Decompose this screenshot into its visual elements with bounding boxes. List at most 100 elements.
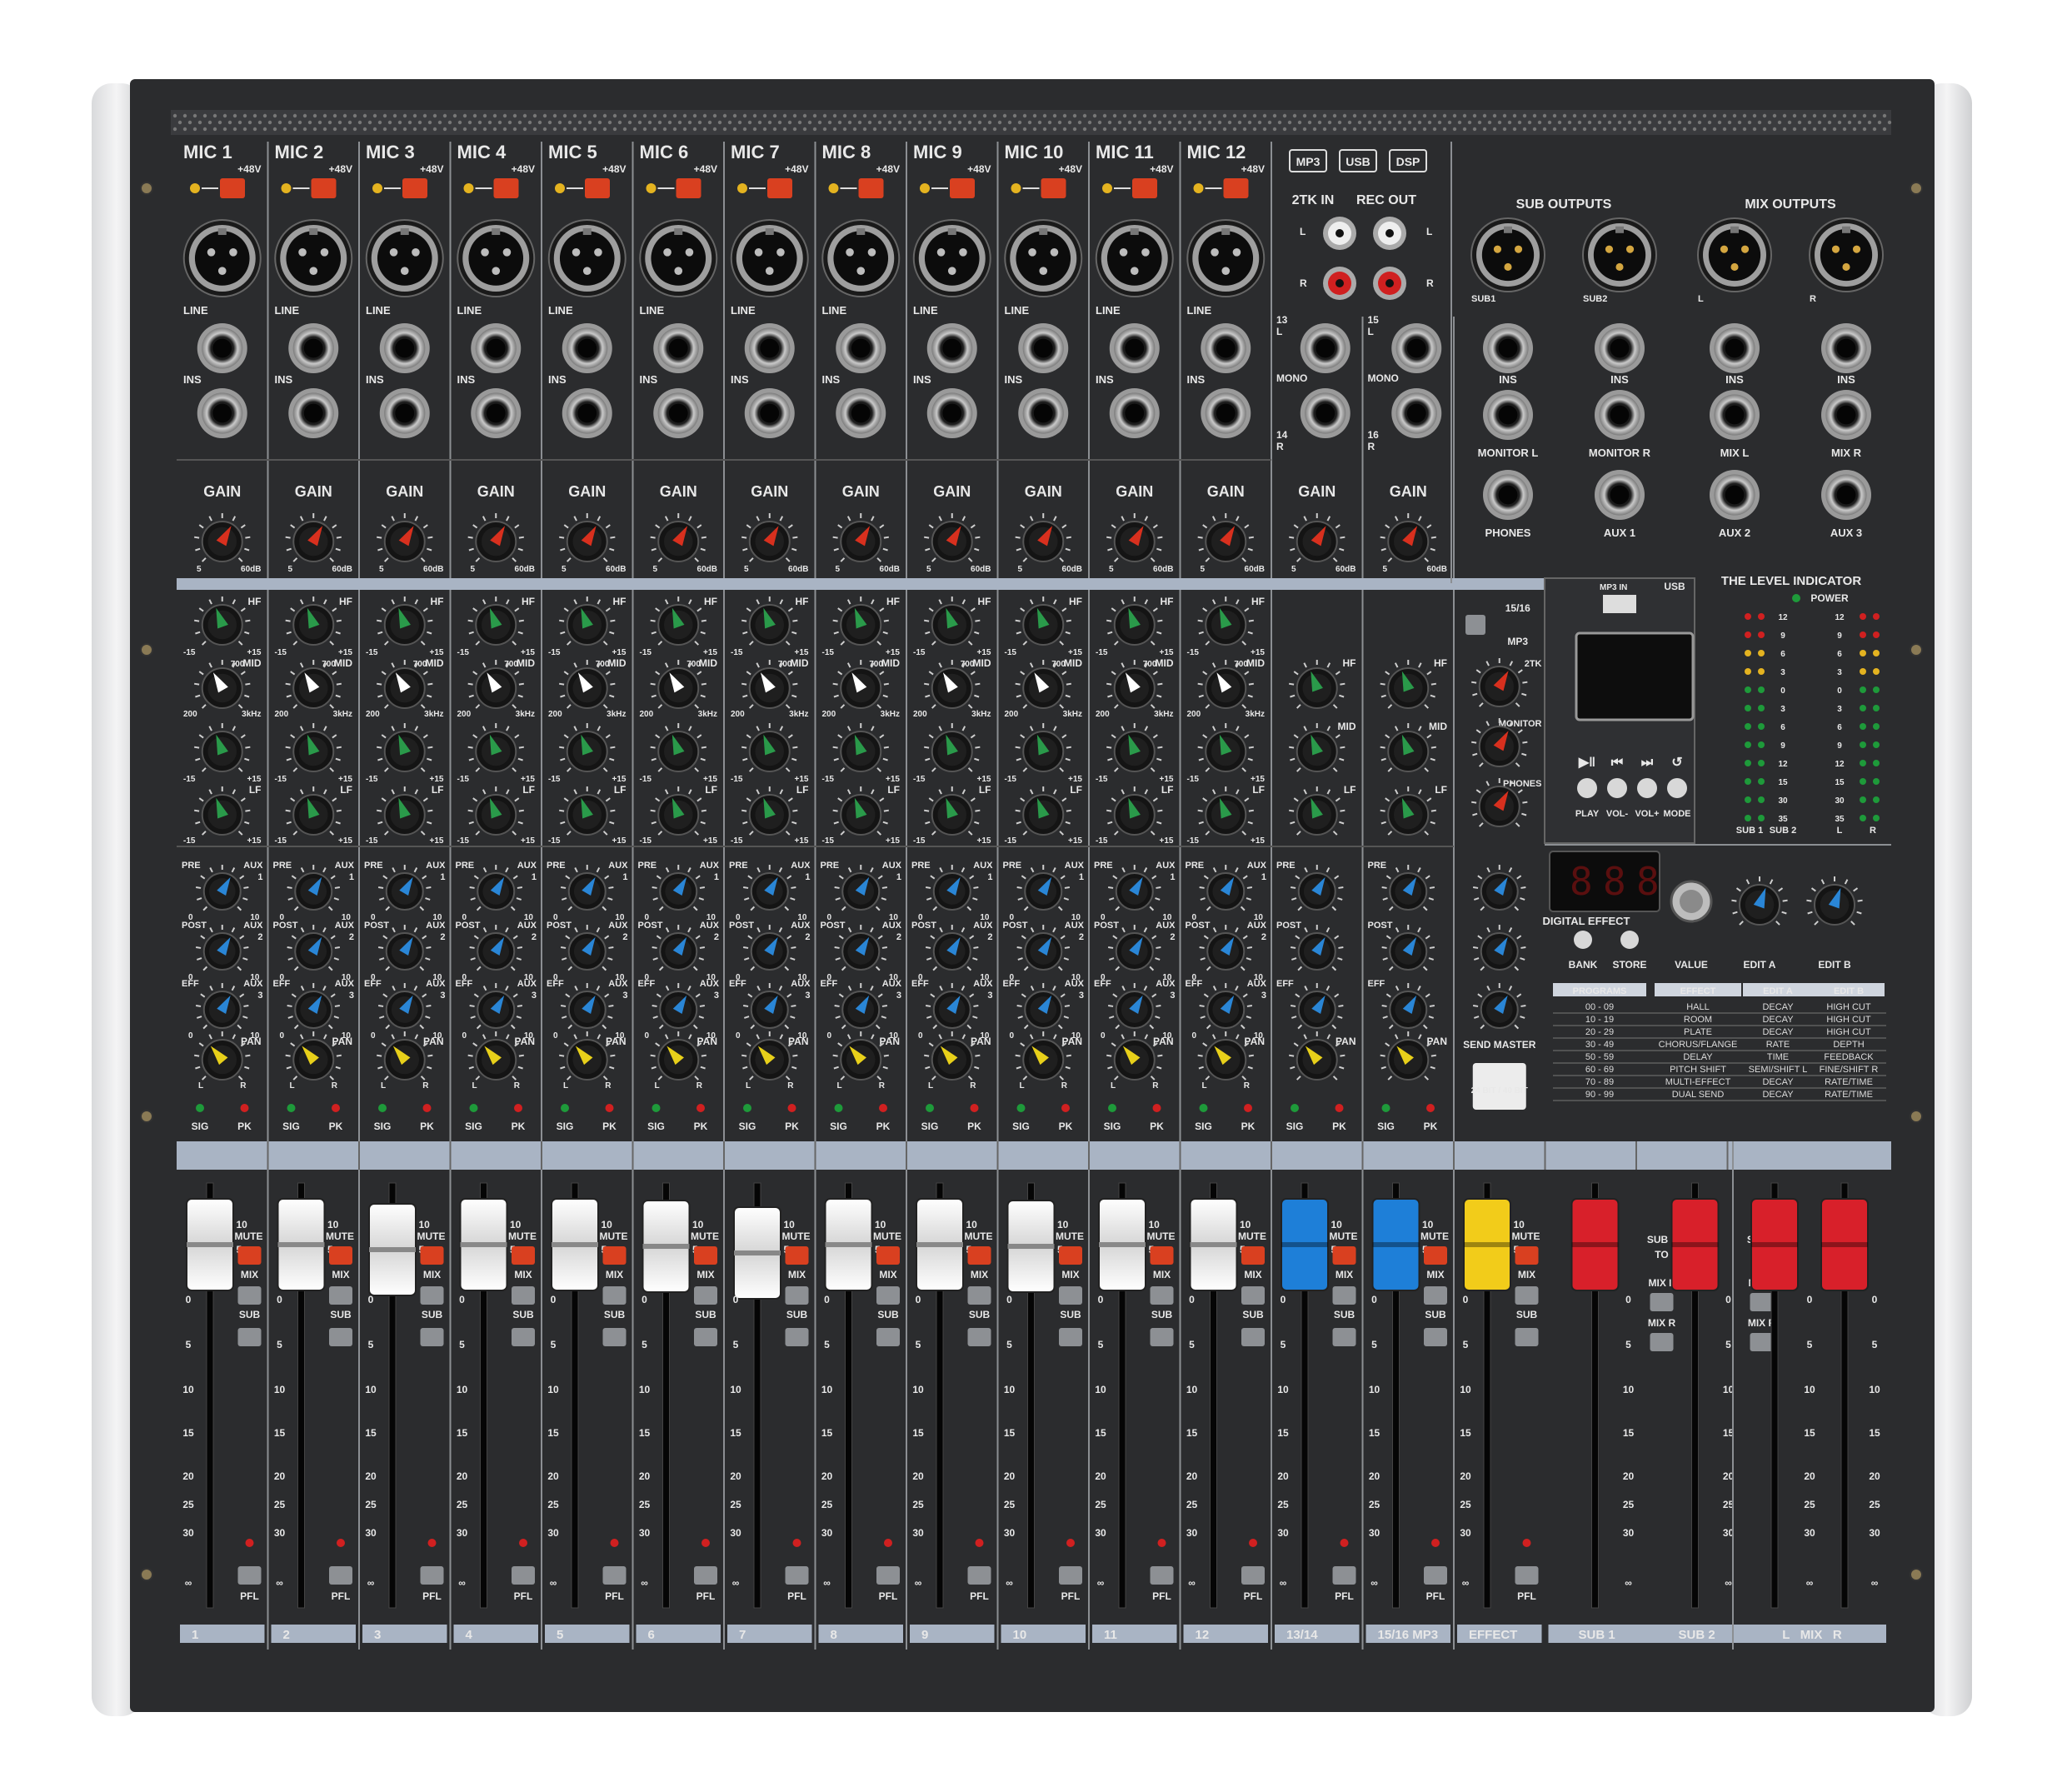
output-insert-jack[interactable]	[1595, 323, 1645, 373]
mp3-volplus-button[interactable]	[1637, 778, 1657, 798]
insert-jack[interactable]	[1201, 388, 1251, 438]
insert-jack[interactable]	[744, 388, 795, 438]
phantom-button[interactable]	[585, 178, 610, 198]
mix-assign-button[interactable]	[1515, 1286, 1539, 1305]
phantom-button[interactable]	[767, 178, 792, 198]
mic-xlr-input[interactable]	[639, 219, 718, 297]
sub-assign-button[interactable]	[602, 1328, 627, 1346]
mute-button[interactable]	[785, 1246, 809, 1265]
mic-xlr-input[interactable]	[821, 219, 901, 297]
mix-assign-button[interactable]	[876, 1286, 900, 1305]
output-row3-jack[interactable]	[1595, 470, 1645, 520]
output-row2-jack[interactable]	[1710, 390, 1760, 440]
stereo-r-jack[interactable]	[1391, 388, 1442, 438]
pfl-button[interactable]	[329, 1566, 352, 1585]
mix-assign-button[interactable]	[329, 1286, 352, 1305]
output-row3-jack[interactable]	[1483, 470, 1533, 520]
mix-assign-button[interactable]	[785, 1286, 809, 1305]
insert-jack[interactable]	[379, 388, 430, 438]
sub-assign-button[interactable]	[1241, 1328, 1265, 1346]
pfl-button[interactable]	[420, 1566, 444, 1585]
phantom-button[interactable]	[493, 178, 519, 198]
phantom-button[interactable]	[1223, 178, 1249, 198]
assign-mix-l-button[interactable]	[1750, 1293, 1774, 1311]
sub-assign-button[interactable]	[1515, 1328, 1539, 1346]
sub-assign-button[interactable]	[329, 1328, 352, 1346]
phantom-button[interactable]	[402, 178, 427, 198]
mute-button[interactable]	[1059, 1246, 1082, 1265]
mix-assign-button[interactable]	[237, 1286, 262, 1305]
mic-xlr-input[interactable]	[182, 219, 262, 297]
stereo-l-jack[interactable]	[1300, 323, 1351, 373]
mp3-volminus-button[interactable]	[1607, 778, 1627, 798]
output-row3-jack[interactable]	[1710, 470, 1760, 520]
mic-xlr-input[interactable]	[1186, 219, 1266, 297]
store-button[interactable]	[1620, 931, 1639, 949]
line-input-jack[interactable]	[471, 323, 522, 373]
output-row2-jack[interactable]	[1821, 390, 1871, 440]
line-input-jack[interactable]	[1201, 323, 1251, 373]
mp3-switch-button[interactable]	[1465, 615, 1485, 635]
mix-assign-button[interactable]	[967, 1286, 991, 1305]
mic-xlr-input[interactable]	[1095, 219, 1174, 297]
pfl-button[interactable]	[237, 1566, 262, 1585]
rca-jack[interactable]	[1323, 267, 1356, 300]
output-xlr-sub2[interactable]	[1582, 217, 1657, 292]
mix-assign-button[interactable]	[420, 1286, 444, 1305]
pfl-button[interactable]	[1059, 1566, 1082, 1585]
sub-assign-button[interactable]	[967, 1328, 991, 1346]
mix-assign-button[interactable]	[1424, 1286, 1447, 1305]
pfl-button[interactable]	[512, 1566, 535, 1585]
insert-jack[interactable]	[653, 388, 704, 438]
mp3-mode-button[interactable]	[1667, 778, 1687, 798]
mix-assign-button[interactable]	[1059, 1286, 1082, 1305]
line-input-jack[interactable]	[197, 323, 247, 373]
sub-assign-button[interactable]	[237, 1328, 262, 1346]
mute-button[interactable]	[876, 1246, 900, 1265]
mute-button[interactable]	[1515, 1246, 1539, 1265]
mp3-play-button[interactable]	[1577, 778, 1597, 798]
sub-assign-button[interactable]	[694, 1328, 717, 1346]
mic-xlr-input[interactable]	[912, 219, 991, 297]
mic-xlr-input[interactable]	[730, 219, 809, 297]
mic-xlr-input[interactable]	[274, 219, 353, 297]
phantom-button[interactable]	[220, 178, 245, 198]
line-input-jack[interactable]	[379, 323, 430, 373]
pfl-button[interactable]	[785, 1566, 809, 1585]
insert-jack[interactable]	[836, 388, 886, 438]
output-row2-jack[interactable]	[1483, 390, 1533, 440]
rca-jack[interactable]	[1373, 267, 1406, 300]
mix-assign-button[interactable]	[1241, 1286, 1265, 1305]
insert-jack[interactable]	[471, 388, 522, 438]
mute-button[interactable]	[694, 1246, 717, 1265]
sub-assign-button[interactable]	[420, 1328, 444, 1346]
insert-jack[interactable]	[926, 388, 977, 438]
rca-jack[interactable]	[1323, 217, 1356, 250]
mute-button[interactable]	[512, 1246, 535, 1265]
pfl-button[interactable]	[1332, 1566, 1356, 1585]
assign-mix-l-button[interactable]	[1650, 1293, 1674, 1311]
phantom-button[interactable]	[676, 178, 701, 198]
bank-button[interactable]	[1574, 931, 1592, 949]
pfl-button[interactable]	[967, 1566, 991, 1585]
sub-assign-button[interactable]	[1059, 1328, 1082, 1346]
mic-xlr-input[interactable]	[457, 219, 536, 297]
insert-jack[interactable]	[1018, 388, 1069, 438]
value-encoder[interactable]	[1670, 880, 1713, 923]
rca-jack[interactable]	[1373, 217, 1406, 250]
output-xlr-r[interactable]	[1809, 217, 1884, 292]
mic-xlr-input[interactable]	[365, 219, 444, 297]
insert-jack[interactable]	[562, 388, 612, 438]
output-row2-jack[interactable]	[1595, 390, 1645, 440]
assign-mix-r-button[interactable]	[1750, 1333, 1774, 1351]
output-insert-jack[interactable]	[1483, 323, 1533, 373]
mic-xlr-input[interactable]	[547, 219, 627, 297]
insert-jack[interactable]	[197, 388, 247, 438]
mute-button[interactable]	[329, 1246, 352, 1265]
usb-port[interactable]	[1603, 595, 1636, 613]
mute-button[interactable]	[1241, 1246, 1265, 1265]
output-xlr-sub1[interactable]	[1470, 217, 1545, 292]
assign-mix-r-button[interactable]	[1650, 1333, 1674, 1351]
output-row3-jack[interactable]	[1821, 470, 1871, 520]
pfl-button[interactable]	[1241, 1566, 1265, 1585]
